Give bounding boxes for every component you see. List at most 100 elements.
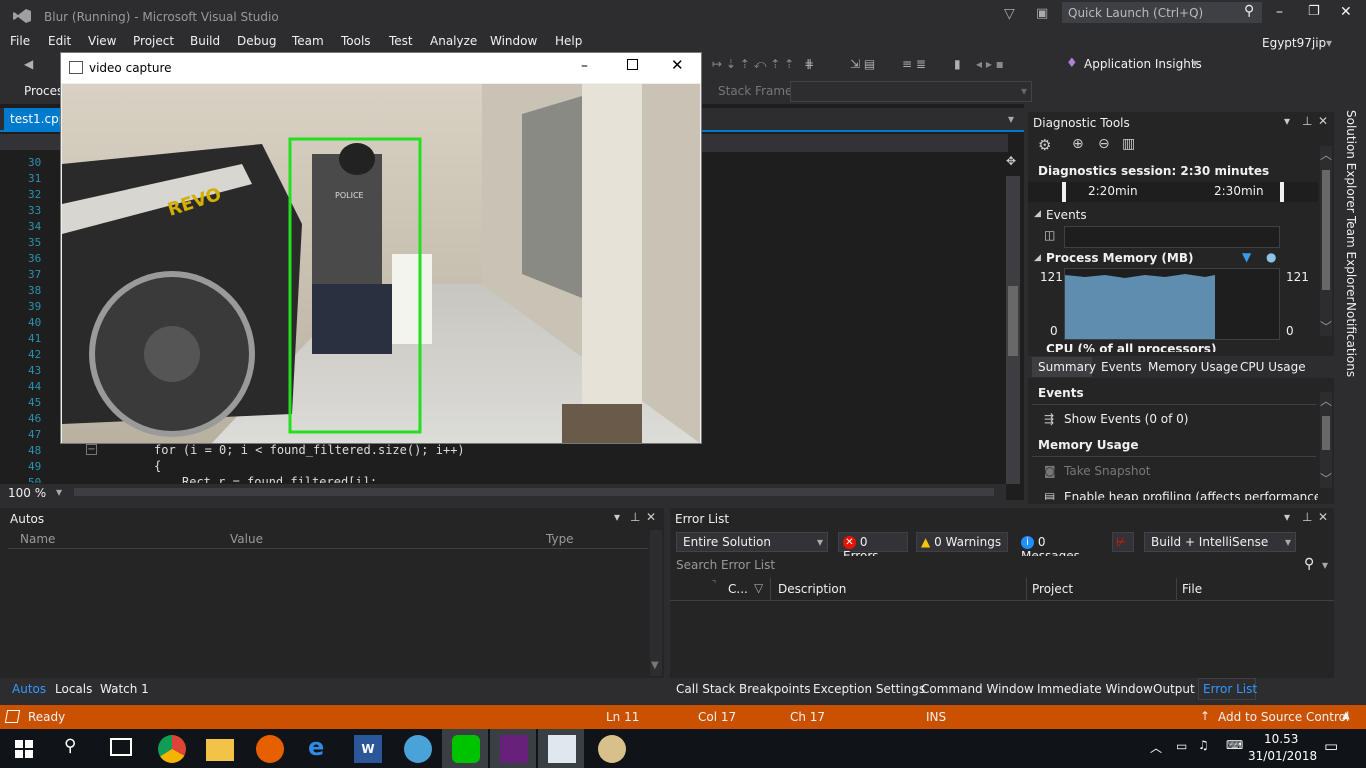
globe-icon[interactable] <box>404 735 432 763</box>
close-button[interactable]: ✕ <box>1340 4 1352 20</box>
sort-icon[interactable]: ⌝ <box>712 580 716 590</box>
menu-team[interactable]: Team <box>292 34 324 48</box>
chevron-down-icon[interactable]: ▾ <box>1284 114 1290 128</box>
word-icon[interactable]: W <box>354 735 382 763</box>
task-view-icon[interactable] <box>110 738 132 756</box>
code-line-48[interactable]: for (i = 0; i < found_filtered.size(); i… <box>154 443 465 457</box>
line-app-icon[interactable] <box>452 735 480 763</box>
hex-icon[interactable]: ⋕ <box>804 57 814 71</box>
visual-studio-icon[interactable] <box>500 735 528 763</box>
chevron-down-icon[interactable]: ▾ <box>56 485 62 499</box>
menu-file[interactable]: File <box>10 34 30 48</box>
tab-summary[interactable]: Summary <box>1032 357 1096 377</box>
diag-scrollbar[interactable]: ︿ ﹀ <box>1320 146 1332 336</box>
expand-icon[interactable]: ◢ <box>1034 209 1041 219</box>
chevron-down-icon[interactable]: ﹀ <box>1320 470 1332 487</box>
tab-notifications[interactable]: Notifications <box>1344 302 1358 377</box>
menu-edit[interactable]: Edit <box>48 34 71 48</box>
tab-team-explorer[interactable]: Team Explorer <box>1344 216 1358 302</box>
language-icon[interactable]: ⌨ <box>1226 738 1243 752</box>
close-icon[interactable]: ✕ <box>1318 510 1328 524</box>
tab-locals[interactable]: Locals <box>55 682 92 696</box>
column-code[interactable]: C... <box>728 582 748 596</box>
timeline-start-handle[interactable] <box>1062 182 1066 202</box>
video-title-bar[interactable]: video capture – ✕ <box>61 53 701 83</box>
column-file[interactable]: File <box>1182 582 1202 596</box>
build-filter-select[interactable]: Build + IntelliSense ▾ <box>1144 532 1296 552</box>
chevron-up-icon[interactable]: ︿ <box>1320 392 1332 409</box>
zoom-in-icon[interactable]: ⊕ <box>1072 136 1084 152</box>
gear-icon[interactable]: ⚙ <box>1038 136 1051 154</box>
tab-call-stack[interactable]: Call Stack <box>676 682 735 696</box>
timeline-end-handle[interactable] <box>1280 182 1284 202</box>
menu-window[interactable]: Window <box>490 34 537 48</box>
quick-launch-input[interactable]: Quick Launch (Ctrl+Q) ⚲ <box>1062 2 1262 23</box>
clock-time[interactable]: 10.53 <box>1264 732 1298 746</box>
filter-dropdown-icon[interactable]: ▽ <box>754 581 763 595</box>
step-icon[interactable]: ↦ ⇣ ⇡ ⤺ ⇡ ⇡ <box>712 57 794 72</box>
align-icon[interactable]: ≡ ≣ <box>902 57 926 71</box>
tab-events[interactable]: Events <box>1101 360 1142 374</box>
chrome-icon[interactable] <box>158 735 186 763</box>
bookmark-icon[interactable]: ▮ <box>954 57 961 71</box>
chevron-down-icon[interactable]: ▾ <box>1326 36 1332 50</box>
restore-button[interactable]: ❐ <box>1308 4 1320 19</box>
code-line-50[interactable]: Rect r = found_filtered[i]; <box>182 475 377 483</box>
feedback-icon[interactable]: ▣ <box>1036 6 1048 21</box>
tab-error-list[interactable]: Error List <box>1198 678 1257 700</box>
autos-scrollbar[interactable]: ▼ <box>650 530 662 676</box>
chevron-down-icon[interactable]: ▾ <box>1008 112 1014 126</box>
chevron-up-icon[interactable]: ︿ <box>1320 146 1332 163</box>
video-capture-window[interactable]: video capture – ✕ REVO POLICE <box>60 52 702 444</box>
filter-toggle-button[interactable]: ⊬ <box>1112 532 1134 552</box>
warnings-filter-button[interactable]: ▲ 0 Warnings <box>916 532 1008 552</box>
file-explorer-icon[interactable] <box>206 739 234 761</box>
vertical-scrollbar[interactable] <box>1006 176 1020 484</box>
menu-tools[interactable]: Tools <box>341 34 371 48</box>
close-icon[interactable]: ✕ <box>1318 114 1328 128</box>
tab-cpu-usage[interactable]: CPU Usage <box>1240 360 1306 374</box>
windows-start-icon[interactable] <box>15 740 33 758</box>
menu-help[interactable]: Help <box>555 34 582 48</box>
stack-frame-select[interactable]: ▾ <box>790 81 1032 102</box>
zoom-out-icon[interactable]: ⊖ <box>1098 136 1110 152</box>
tab-immediate-window[interactable]: Immediate Window <box>1037 682 1153 696</box>
search-error-list-input[interactable]: Search Error List ⚲ ▾ <box>670 556 1334 576</box>
menu-view[interactable]: View <box>88 34 116 48</box>
chevron-down-icon[interactable]: ▾ <box>1192 56 1198 70</box>
tab-autos[interactable]: Autos <box>12 682 46 696</box>
errors-filter-button[interactable]: ✕ 0 Errors <box>838 532 908 563</box>
split-icon[interactable]: ✥ <box>1006 154 1016 168</box>
bookmark-nav-icon[interactable]: ◂ ▸ ▪ <box>976 57 1004 71</box>
code-line-49[interactable]: { <box>154 459 161 473</box>
scrollbar-thumb[interactable] <box>1322 416 1330 450</box>
tab-watch-1[interactable]: Watch 1 <box>100 682 149 696</box>
filter-icon[interactable]: ▽ <box>1004 6 1015 22</box>
column-value[interactable]: Value <box>230 532 263 546</box>
close-button[interactable]: ✕ <box>671 56 684 74</box>
menu-build[interactable]: Build <box>190 34 220 48</box>
collapse-icon[interactable]: − <box>86 444 97 455</box>
clock-date[interactable]: 31/01/2018 <box>1248 749 1317 763</box>
menu-test[interactable]: Test <box>389 34 413 48</box>
user-name[interactable]: Egypt97jip <box>1262 36 1326 50</box>
pause-icon[interactable]: ◫ <box>1044 228 1055 242</box>
volume-icon[interactable]: ♫ <box>1198 738 1209 752</box>
edge-icon[interactable]: e <box>308 733 324 761</box>
column-description[interactable]: Description <box>778 582 846 596</box>
pin-icon[interactable]: ⊥ <box>1302 510 1312 524</box>
tab-breakpoints[interactable]: Breakpoints <box>739 682 810 696</box>
messages-filter-button[interactable]: i 0 Messages <box>1016 532 1102 563</box>
minimize-button[interactable]: – <box>581 58 588 74</box>
heap-profiling-toggle[interactable]: Enable heap profiling (affects performan… <box>1064 490 1318 500</box>
back-icon[interactable]: ◀ <box>24 57 33 71</box>
tab-exception-settings[interactable]: Exception Settings <box>813 682 925 696</box>
tab-output[interactable]: Output <box>1153 682 1195 696</box>
video-capture-app-icon[interactable] <box>548 735 576 763</box>
paint-icon[interactable] <box>598 735 626 763</box>
reset-view-icon[interactable]: ▥ <box>1122 136 1135 152</box>
menu-analyze[interactable]: Analyze <box>430 34 477 48</box>
pin-icon[interactable]: ⊥ <box>1302 114 1312 128</box>
tab-command-window[interactable]: Command Window <box>921 682 1034 696</box>
column-name[interactable]: Name <box>20 532 55 546</box>
